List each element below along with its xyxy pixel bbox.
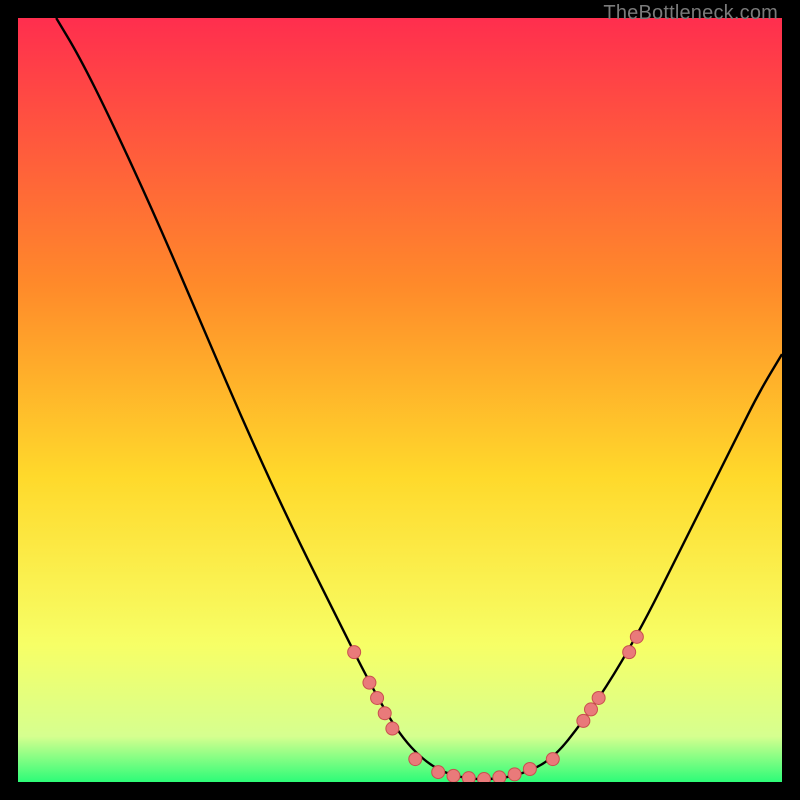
data-marker [447,769,460,782]
data-marker [577,714,590,727]
data-marker [508,768,521,781]
data-marker [371,691,384,704]
data-marker [432,766,445,779]
gradient-background [18,18,782,782]
data-marker [546,753,559,766]
data-marker [592,691,605,704]
data-marker [409,753,422,766]
chart-frame [18,18,782,782]
data-marker [630,630,643,643]
data-marker [462,772,475,782]
data-marker [585,703,598,716]
chart-svg [18,18,782,782]
data-marker [478,772,491,782]
data-marker [493,771,506,782]
data-marker [348,646,361,659]
data-marker [623,646,636,659]
watermark-label: TheBottleneck.com [603,2,778,25]
data-marker [386,722,399,735]
data-marker [523,763,536,776]
data-marker [363,676,376,689]
data-marker [378,707,391,720]
